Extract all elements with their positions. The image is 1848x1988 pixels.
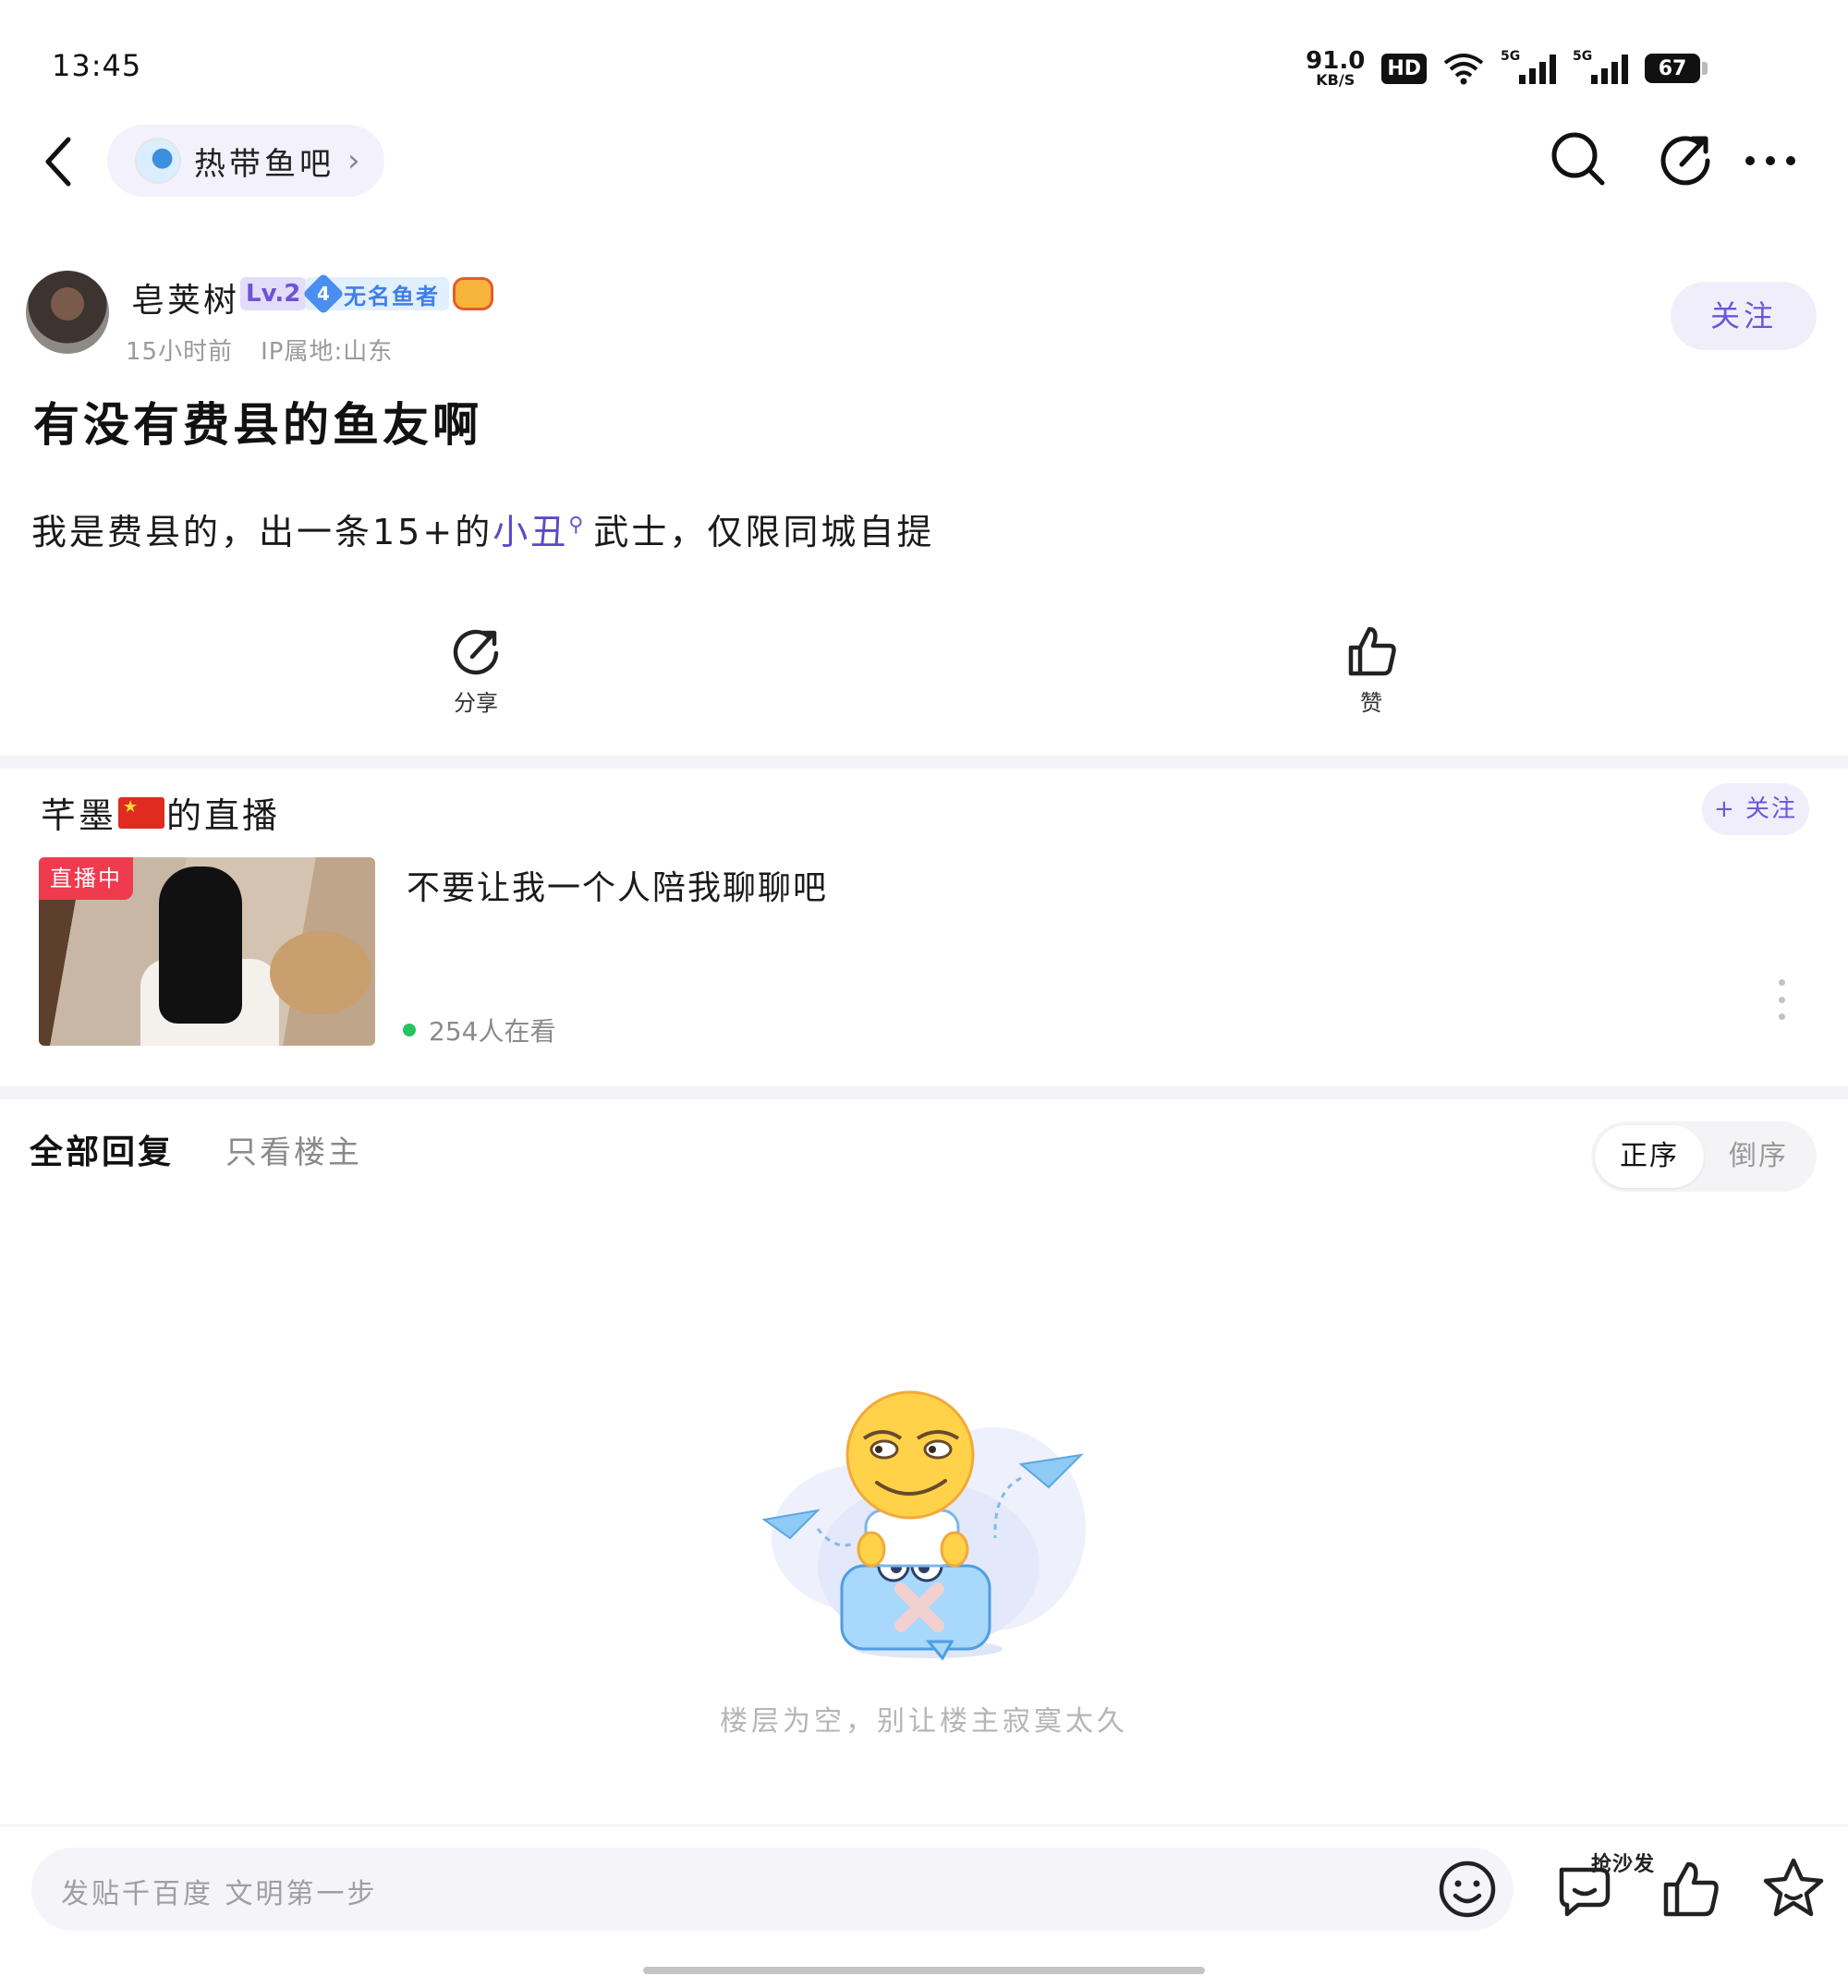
home-indicator[interactable]: [643, 1967, 1205, 1974]
battery-level: 67: [1658, 56, 1687, 80]
emoji-icon[interactable]: [1437, 1859, 1498, 1920]
status-time: 13:45: [52, 48, 142, 83]
like-label: 赞: [1360, 690, 1382, 716]
sofa-label: 抢沙发: [1591, 1853, 1656, 1876]
body-text: 武士，仅限同城自提: [593, 512, 935, 552]
follow-button[interactable]: 关注: [1671, 282, 1817, 350]
signal-label: 5G: [1573, 49, 1593, 64]
share-label: 分享: [454, 690, 498, 716]
sort-desc-button[interactable]: 倒序: [1704, 1125, 1813, 1188]
viewer-count: 254人在看: [403, 1012, 555, 1049]
net-speed-unit: KB/S: [1316, 71, 1356, 89]
thumbs-up-icon: [1348, 626, 1396, 676]
ip-location: IP属地:山东: [261, 338, 394, 366]
forum-logo: [135, 138, 181, 184]
empty-state-illustration: [761, 1390, 1086, 1661]
search-icon[interactable]: [1549, 129, 1608, 188]
post-title: 有没有费县的鱼友啊: [33, 398, 482, 452]
keyword-link[interactable]: 小丑: [492, 512, 568, 552]
section-divider: [0, 1086, 1848, 1099]
streamer-name: 芊墨: [41, 795, 117, 836]
signal-icon: 5G: [1501, 49, 1556, 84]
more-vertical-icon[interactable]: [1774, 979, 1789, 1020]
empty-state-text: 楼层为空，别让楼主寂寞太久: [720, 1705, 1128, 1738]
author-name[interactable]: 皂荚树: [131, 273, 239, 321]
china-flag-icon: [118, 796, 165, 829]
live-title-suffix: 的直播: [166, 795, 281, 836]
body-text: 我是费县的，出一条15+的: [31, 512, 493, 552]
live-section-title: 芊墨 的直播: [41, 787, 280, 838]
title-text: 无名鱼者: [344, 283, 440, 309]
signal-icon: 5G: [1573, 49, 1628, 84]
forum-name: 热带鱼吧: [194, 145, 334, 183]
hd-badge: HD: [1381, 53, 1427, 84]
sort-toggle: 正序 倒序: [1591, 1121, 1817, 1192]
post-time: 15小时前: [126, 338, 234, 366]
status-icons: 91.0 KB/S HD 5G 5G 67: [1306, 48, 1708, 89]
like-button[interactable]: 赞: [1307, 624, 1436, 717]
more-icon[interactable]: [1741, 129, 1800, 188]
avatar[interactable]: [26, 271, 109, 354]
title-badge: 4 无名鱼者: [302, 273, 449, 315]
gamepad-badge-icon: [453, 277, 493, 310]
bottom-divider: [0, 1824, 1848, 1826]
live-follow-button[interactable]: + 关注: [1702, 783, 1809, 835]
post-meta: 15小时前 IP属地:山东: [126, 333, 393, 367]
forum-link[interactable]: 热带鱼吧 ›: [107, 125, 384, 197]
chevron-right-icon: ›: [347, 142, 360, 179]
tab-all-replies[interactable]: 全部回复: [30, 1125, 174, 1173]
signal-label: 5G: [1501, 49, 1521, 64]
net-speed-value: 91.0: [1306, 47, 1366, 75]
share-button[interactable]: 分享: [411, 624, 541, 717]
sort-asc-button[interactable]: 正序: [1595, 1125, 1704, 1188]
net-speed: 91.0 KB/S: [1306, 49, 1365, 88]
share-icon: [453, 629, 499, 675]
battery-icon: 67: [1645, 54, 1708, 83]
share-icon[interactable]: [1656, 129, 1715, 188]
back-icon[interactable]: [37, 134, 83, 189]
star-icon[interactable]: [1760, 1855, 1827, 1921]
post-body: 我是费县的，出一条15+的小丑⚲ 武士，仅限同城自提: [31, 503, 934, 554]
level-badge: Lv.2: [240, 277, 307, 310]
tab-op-only[interactable]: 只看楼主: [225, 1127, 362, 1172]
title-level-value: 4: [317, 282, 330, 305]
online-dot-icon: [403, 1024, 416, 1036]
search-small-icon[interactable]: ⚲: [568, 514, 586, 537]
thumbs-up-icon[interactable]: [1659, 1857, 1723, 1921]
live-stream-title[interactable]: 不要让我一个人陪我聊聊吧: [407, 861, 828, 909]
section-divider: [0, 756, 1848, 769]
reply-input-placeholder: 发贴千百度 文明第一步: [61, 1878, 378, 1910]
viewer-count-text: 254人在看: [429, 1016, 556, 1047]
title-level: 4: [302, 273, 345, 315]
wifi-icon: [1443, 54, 1484, 85]
live-badge: 直播中: [39, 857, 133, 900]
